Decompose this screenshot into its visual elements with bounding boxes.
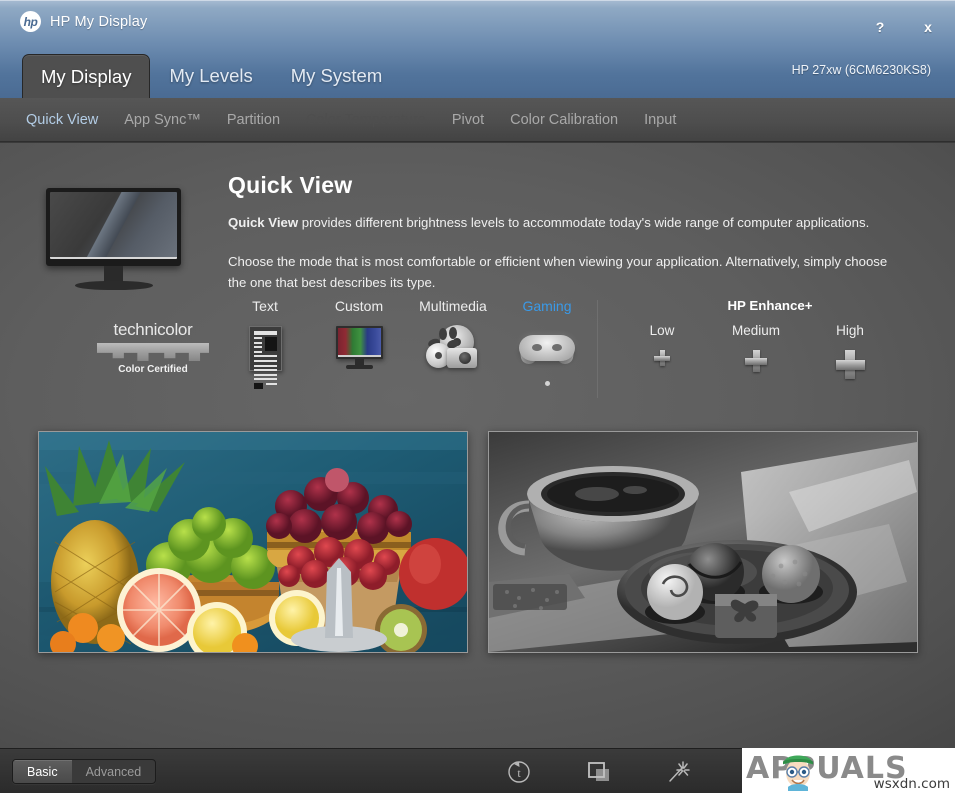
page-title: Quick View [228,172,353,198]
technicolor-bar-icon [97,343,209,361]
monitor-illustration [46,188,181,290]
monitor-base [75,281,153,290]
hp-enhance-section: HP Enhance+ Low Medium High [605,298,905,379]
hp-logo-icon: hp [20,11,41,32]
basic-button[interactable]: Basic [13,760,72,783]
toolbar-icons: t [505,759,693,785]
watermark-url: wsxdn.com [873,776,950,792]
mode-multimedia-label: Multimedia [419,298,487,314]
color-monitor-icon [312,323,406,373]
subnav-item-pivot[interactable]: Pivot [452,112,484,128]
mode-custom[interactable]: Custom [312,298,406,386]
grayscale-coffee-chocolate-sample [488,431,918,653]
mode-gaming-label: Gaming [522,298,572,314]
grayscale-sample-art [489,432,917,652]
hp-enhance-title: HP Enhance+ [727,298,813,313]
game-controller-icon [500,323,594,373]
plus-icon-low [654,350,670,366]
subnav-item-color-calibration[interactable]: Color Calibration [510,112,618,128]
text-document-icon [218,323,312,390]
tab-my-system[interactable]: My System [272,54,401,98]
reset-icon[interactable]: t [505,759,533,785]
enhance-level-medium-label: Medium [731,323,780,338]
subnav-item-partition[interactable]: Partition [227,112,280,128]
monitor-screen-icon [46,188,181,266]
enhance-divider [597,300,598,398]
svg-text:t: t [517,766,521,780]
enhance-level-low[interactable]: Low [615,323,709,379]
multimedia-icon [406,323,500,373]
mode-gaming-selected-dot [544,381,550,386]
technicolor-wordmark: technicolor [113,320,193,339]
basic-advanced-toggle: Basic Advanced [12,759,157,784]
page-paragraph-2: Choose the mode that is most comfortable… [228,254,888,291]
plus-icon-medium [745,350,767,372]
hp-enhance-levels: Low Medium High [605,323,905,379]
advanced-button[interactable]: Advanced [72,760,156,783]
hp-my-display-window: hp HP My Display ? x HP 27xw (6CM6230KS8… [0,0,955,793]
page-paragraph-1-rest: provides different brightness levels to … [298,215,870,230]
page-paragraph-1-bold: Quick View [228,215,299,230]
enhance-level-high-label: High [836,323,864,338]
enhance-level-high[interactable]: High [803,323,897,379]
enhance-level-medium[interactable]: Medium [709,323,803,379]
plus-icon-high [835,350,865,379]
page-paragraph-1: Quick View provides different brightness… [228,215,928,230]
duplicate-window-icon[interactable] [585,759,613,785]
monitor-screen-inner [50,192,177,259]
mode-text-label: Text [252,298,278,314]
subnav-item-input[interactable]: Input [644,112,676,128]
mode-selector-strip: technicolor Color Certified Text Custom … [88,298,594,410]
technicolor-logo: technicolor Color Certified [88,298,218,375]
technicolor-subtitle: Color Certified [118,364,188,375]
enhance-level-low-label: Low [649,323,675,338]
mode-gaming[interactable]: Gaming [500,298,594,386]
appuals-watermark: APPUALS wsxdn.com [742,748,955,793]
tab-my-display[interactable]: My Display [22,54,151,98]
connected-monitor-label: HP 27xw (6CM6230KS8) [791,63,931,77]
subnav-item-color-temperature: Color Temperature [306,111,426,128]
subnav-item-app-sync[interactable]: App Sync™ [124,112,201,128]
mode-multimedia[interactable]: Multimedia [406,298,500,386]
sub-navigation-bar: Quick View App Sync™ Partition Color Tem… [0,98,955,142]
color-fruit-sample-art [39,432,467,652]
app-title: HP My Display [50,13,148,30]
title-bar-brand: hp HP My Display [20,11,147,32]
window-controls: ? x [869,17,939,37]
title-bar: hp HP My Display ? x HP 27xw (6CM6230KS8… [0,0,955,98]
subnav-item-quick-view[interactable]: Quick View [26,112,98,128]
mode-text[interactable]: Text [218,298,312,390]
watermark-mascot-icon [783,755,813,791]
color-fruit-sample [38,431,468,653]
close-button[interactable]: x [917,17,939,37]
help-button[interactable]: ? [869,17,891,37]
main-tab-bar: My Display My Levels My System [22,54,401,98]
mode-custom-label: Custom [334,298,384,314]
tab-my-levels[interactable]: My Levels [150,54,271,98]
magic-wand-icon[interactable] [665,759,693,785]
